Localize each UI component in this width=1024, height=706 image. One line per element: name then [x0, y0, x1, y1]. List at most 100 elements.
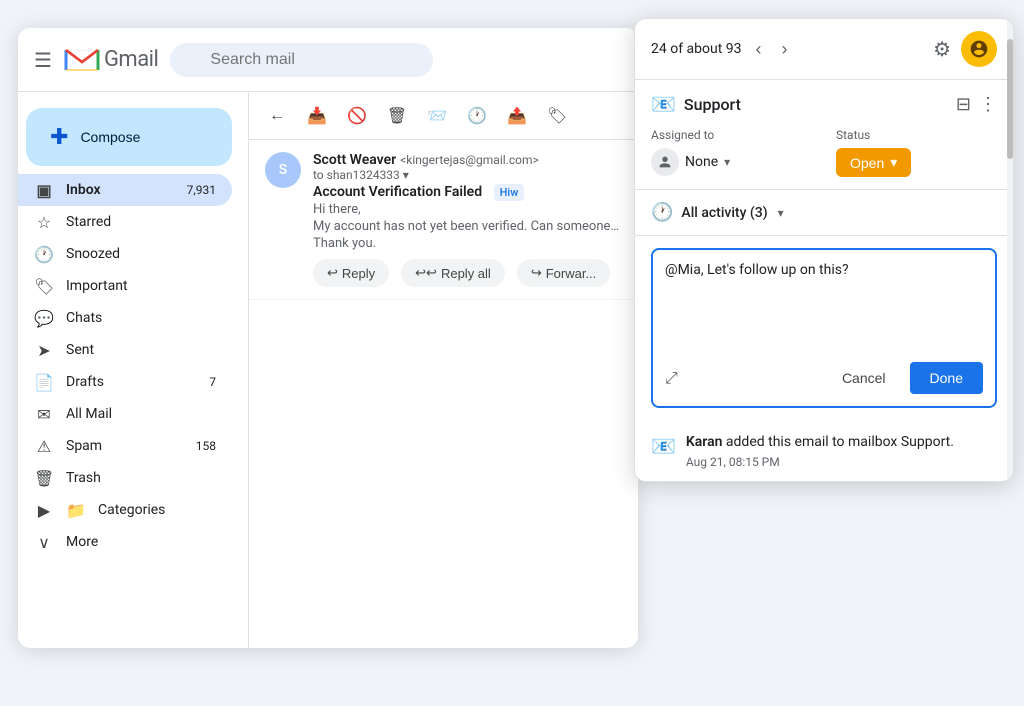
email-content: Scott Weaver <kingertejas@gmail.com> to …	[313, 152, 622, 287]
log-author: Karan	[686, 434, 723, 450]
sidebar-item-drafts[interactable]: 📄 Drafts 7	[18, 366, 232, 398]
trash-icon: 🗑	[34, 469, 54, 488]
email-from: Scott Weaver <kingertejas@gmail.com>	[313, 152, 622, 168]
chats-label: Chats	[66, 310, 216, 326]
starred-label: Starred	[66, 214, 216, 230]
archive-button[interactable]: 📥	[301, 100, 333, 132]
sidebar-item-allmail[interactable]: ✉ All Mail	[18, 398, 232, 430]
forward-icon: ↪	[531, 265, 542, 281]
sent-label: Sent	[66, 342, 216, 358]
status-value: Open	[850, 155, 884, 171]
activity-section: 🕐 All activity (3) ▾	[635, 190, 1013, 236]
log-text: Karan added this email to mailbox Suppor…	[686, 432, 954, 453]
compose-plus-icon: ✚	[50, 124, 68, 150]
important-icon: 🏷	[34, 277, 54, 296]
inbox-icon: ▣	[34, 181, 54, 200]
drafts-icon: 📄	[34, 373, 54, 392]
assigned-value: None	[685, 154, 718, 170]
gear-icon[interactable]: ⚙	[933, 37, 951, 61]
reply-icon: ↩	[327, 265, 338, 281]
support-actions: ⊟ ⋮	[956, 94, 997, 115]
categories-expand-icon: ▶	[34, 501, 54, 520]
sidebar-item-snoozed[interactable]: 🕐 Snoozed	[18, 238, 232, 270]
snooze-button[interactable]: 🕐	[461, 100, 493, 132]
allmail-icon: ✉	[34, 405, 54, 424]
done-button[interactable]: Done	[910, 362, 983, 394]
log-content: Karan added this email to mailbox Suppor…	[686, 432, 954, 469]
activity-header[interactable]: 🕐 All activity (3) ▾	[651, 202, 997, 223]
avatar: S	[265, 152, 301, 188]
assigned-col: Assigned to None ▾	[651, 128, 812, 177]
gmail-header: ☰ Gmail	[18, 28, 638, 92]
reply-all-icon: ↩↩	[415, 265, 437, 281]
email-item[interactable]: S Scott Weaver <kingertejas@gmail.com> t…	[249, 140, 638, 300]
support-title-row: 📧 Support ⊟ ⋮	[651, 92, 997, 116]
sidebar-item-sent[interactable]: ➤ Sent	[18, 334, 232, 366]
delete-button[interactable]: 🗑	[381, 100, 413, 132]
status-button[interactable]: Open ▾	[836, 148, 911, 177]
trash-label: Trash	[66, 470, 216, 486]
drafts-count: 7	[209, 375, 216, 389]
hiw-badge: Hiw	[494, 184, 525, 201]
compose-button[interactable]: ✚ Compose	[26, 108, 232, 166]
email-subject: Account Verification Failed Hiw	[313, 184, 622, 200]
assigned-select[interactable]: None ▾	[651, 148, 812, 176]
gmail-title: Gmail	[104, 47, 158, 72]
sidebar-item-trash[interactable]: 🗑 Trash	[18, 462, 232, 494]
email-body-preview: Hi there,	[313, 202, 622, 217]
scroll-thumb[interactable]	[1007, 39, 1013, 159]
more-expand-icon: ∨	[34, 533, 54, 552]
inbox-button[interactable]: 📤	[501, 100, 533, 132]
reply-text[interactable]: @Mia, Let's follow up on this?	[665, 262, 983, 342]
sidebar-item-categories[interactable]: ▶ 📁 Categories	[18, 494, 232, 526]
expand-icon[interactable]: ⤢	[665, 368, 678, 388]
gmail-sidebar: ✚ Compose ▣ Inbox 7,931 ☆ Starred 🕐 Snoo…	[18, 92, 248, 648]
status-col: Status Open ▾	[836, 128, 997, 177]
reply-button[interactable]: ↩ Reply	[313, 259, 389, 287]
email-list: ← 📥 🚫 🗑 📨 🕐 📤 🏷 S Scott Weaver <kingerte…	[248, 92, 638, 648]
sidebar-item-important[interactable]: 🏷 Important	[18, 270, 232, 302]
panel-header-actions: ⚙	[933, 31, 997, 67]
forward-button[interactable]: ↪ Forwar...	[517, 259, 610, 287]
next-button[interactable]: ›	[776, 37, 794, 62]
log-timestamp: Aug 21, 08:15 PM	[686, 455, 954, 469]
sidebar-item-spam[interactable]: ⚠ Spam 158	[18, 430, 232, 462]
spam-icon: ⚠	[34, 437, 54, 456]
email-to: to shan1324333 ▾	[313, 168, 622, 182]
move-button[interactable]: 📨	[421, 100, 453, 132]
label-button[interactable]: 🏷	[541, 100, 573, 132]
sidebar-item-inbox[interactable]: ▣ Inbox 7,931	[18, 174, 232, 206]
assigned-status-row: Assigned to None ▾ Status Open ▾	[651, 128, 997, 177]
prev-button[interactable]: ‹	[750, 37, 768, 62]
compose-label: Compose	[80, 129, 140, 145]
spam-button[interactable]: 🚫	[341, 100, 373, 132]
allmail-label: All Mail	[66, 406, 216, 422]
snoozed-label: Snoozed	[66, 246, 216, 262]
support-panel: 24 of about 93 ‹ › ⚙ 📧 Support ⊟ ⋮	[634, 18, 1014, 482]
inbox-label: Inbox	[66, 182, 175, 198]
sidebar-item-chats[interactable]: 💬 Chats	[18, 302, 232, 334]
reply-buttons: Cancel Done	[826, 362, 983, 394]
sidebar-item-more[interactable]: ∨ More	[18, 526, 232, 558]
search-input[interactable]	[170, 43, 433, 77]
sidebar-item-starred[interactable]: ☆ Starred	[18, 206, 232, 238]
drafts-label: Drafts	[66, 374, 197, 390]
reply-all-button[interactable]: ↩↩ Reply all	[401, 259, 505, 287]
support-section: 📧 Support ⊟ ⋮ Assigned to None ▾	[635, 80, 1013, 190]
email-toolbar: ← 📥 🚫 🗑 📨 🕐 📤 🏷	[249, 92, 638, 140]
gmail-body: ✚ Compose ▣ Inbox 7,931 ☆ Starred 🕐 Snoo…	[18, 92, 638, 648]
back-button[interactable]: ←	[261, 100, 293, 132]
activity-label: All activity (3)	[681, 205, 767, 221]
more-options-icon[interactable]: ⋮	[979, 94, 997, 115]
user-avatar[interactable]	[961, 31, 997, 67]
mailbox-icon: 📧	[651, 92, 676, 116]
sent-icon: ➤	[34, 341, 54, 360]
assigned-chevron-icon: ▾	[724, 155, 730, 169]
cancel-button[interactable]: Cancel	[826, 362, 902, 394]
support-title: 📧 Support	[651, 92, 741, 116]
hamburger-icon[interactable]: ☰	[34, 48, 52, 72]
more-label: More	[66, 534, 216, 550]
columns-icon[interactable]: ⊟	[956, 94, 971, 115]
spam-label: Spam	[66, 438, 184, 454]
snoozed-icon: 🕐	[34, 245, 54, 264]
